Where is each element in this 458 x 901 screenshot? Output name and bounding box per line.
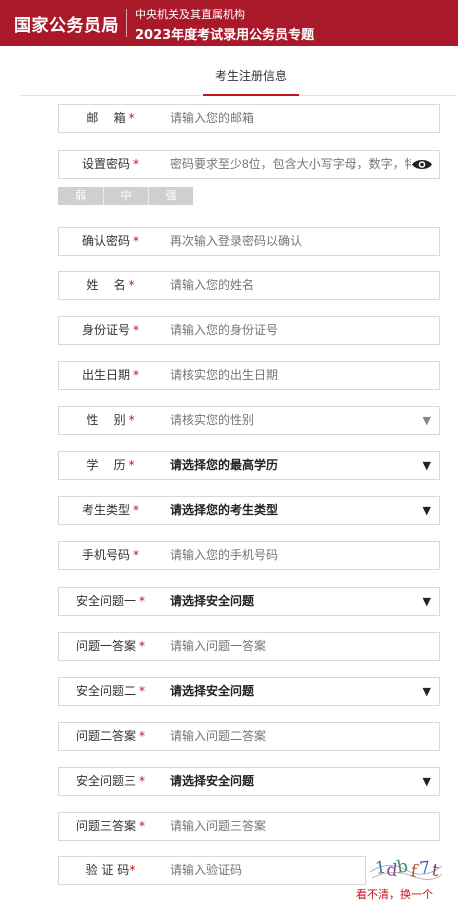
answer-2-field[interactable]: 问题二答案 * bbox=[58, 722, 440, 751]
security-question-1-select[interactable]: 安全问题一 * 请选择安全问题 ▼ bbox=[58, 587, 440, 616]
dropdown-arrow-icon[interactable]: ▼ bbox=[423, 768, 431, 795]
field-label: 安全问题二 * bbox=[75, 684, 145, 698]
field-label: 出生日期 * bbox=[81, 368, 139, 382]
field-label: 问题二答案 * bbox=[75, 729, 145, 743]
education-select[interactable]: 学 历 * 请选择您的最高学历 ▼ bbox=[58, 451, 440, 480]
field-label: 设置密码 * bbox=[81, 157, 139, 171]
tab-bar: 考生注册信息 bbox=[20, 62, 457, 96]
birth-date-field[interactable]: 出生日期 * bbox=[58, 361, 440, 390]
field-label: 邮 箱 * bbox=[86, 111, 135, 125]
answer-1-field[interactable]: 问题一答案 * bbox=[58, 632, 440, 661]
email-field[interactable]: 邮 箱 * bbox=[58, 104, 440, 133]
field-label: 身份证号 * bbox=[81, 323, 139, 337]
dropdown-arrow-icon[interactable]: ▼ bbox=[423, 678, 431, 705]
captcha-image[interactable]: 1 d b f 7 t bbox=[368, 854, 444, 884]
tab-register-info[interactable]: 考生注册信息 bbox=[203, 67, 299, 96]
svg-text:7: 7 bbox=[418, 858, 431, 879]
answer-3-field[interactable]: 问题三答案 * bbox=[58, 812, 440, 841]
education-value: 请选择您的最高学历 bbox=[170, 458, 279, 472]
confirm-password-input[interactable] bbox=[170, 228, 411, 255]
confirm-password-field[interactable]: 确认密码 * bbox=[58, 227, 440, 256]
field-label: 姓 名 * bbox=[86, 278, 135, 292]
field-label: 确认密码 * bbox=[81, 234, 139, 248]
field-label: 考生类型 * bbox=[81, 503, 139, 517]
captcha-input[interactable] bbox=[170, 857, 337, 884]
gender-select[interactable]: 性 别 * 请核实您的性别 ▼ bbox=[58, 406, 440, 435]
answer-2-input[interactable] bbox=[170, 723, 411, 750]
header-divider bbox=[126, 9, 127, 37]
name-input[interactable] bbox=[170, 272, 411, 299]
field-label: 学 历 * bbox=[86, 458, 135, 472]
email-input[interactable] bbox=[170, 105, 411, 132]
password-strength-meter: 弱 中 强 bbox=[58, 187, 193, 205]
security-question-2-value: 请选择安全问题 bbox=[170, 684, 255, 698]
phone-field[interactable]: 手机号码 * bbox=[58, 541, 440, 570]
password-field[interactable]: 设置密码 * bbox=[58, 150, 440, 179]
candidate-type-value: 请选择您的考生类型 bbox=[170, 503, 279, 517]
security-question-3-select[interactable]: 安全问题三 * 请选择安全问题 ▼ bbox=[58, 767, 440, 796]
header-subtitle: 中央机关及其直属机构 bbox=[135, 8, 245, 21]
id-number-input[interactable] bbox=[170, 317, 411, 344]
field-label: 手机号码 * bbox=[81, 548, 139, 562]
phone-input[interactable] bbox=[170, 542, 411, 569]
dropdown-arrow-icon[interactable]: ▼ bbox=[423, 588, 431, 615]
captcha-field[interactable]: 验 证 码* bbox=[58, 856, 366, 885]
field-label: 安全问题一 * bbox=[75, 594, 145, 608]
security-question-3-value: 请选择安全问题 bbox=[170, 774, 255, 788]
security-question-2-select[interactable]: 安全问题二 * 请选择安全问题 ▼ bbox=[58, 677, 440, 706]
site-header: 国家公务员局 中央机关及其直属机构 2023年度考试录用公务员专题 bbox=[0, 0, 458, 46]
birth-date-input[interactable] bbox=[170, 362, 411, 389]
field-label: 问题一答案 * bbox=[75, 639, 145, 653]
password-input[interactable] bbox=[170, 151, 411, 178]
field-label: 安全问题三 * bbox=[75, 774, 145, 788]
id-number-field[interactable]: 身份证号 * bbox=[58, 316, 440, 345]
candidate-type-select[interactable]: 考生类型 * 请选择您的考生类型 ▼ bbox=[58, 496, 440, 525]
strength-weak: 弱 bbox=[58, 187, 103, 205]
field-label: 问题三答案 * bbox=[75, 819, 145, 833]
field-label: 性 别 * bbox=[86, 413, 135, 427]
captcha-refresh-link[interactable]: 看不清，换一个 bbox=[356, 886, 433, 901]
eye-icon[interactable] bbox=[411, 158, 433, 171]
field-label: 验 证 码* bbox=[85, 863, 136, 877]
dropdown-arrow-icon[interactable]: ▼ bbox=[423, 452, 431, 479]
header-title: 2023年度考试录用公务员专题 bbox=[135, 28, 315, 43]
answer-1-input[interactable] bbox=[170, 633, 411, 660]
site-brand[interactable]: 国家公务员局 bbox=[14, 11, 119, 36]
answer-3-input[interactable] bbox=[170, 813, 411, 840]
dropdown-arrow-icon[interactable]: ▼ bbox=[423, 497, 431, 524]
name-field[interactable]: 姓 名 * bbox=[58, 271, 440, 300]
dropdown-arrow-icon[interactable]: ▼ bbox=[423, 407, 431, 434]
security-question-1-value: 请选择安全问题 bbox=[170, 594, 255, 608]
gender-value: 请核实您的性别 bbox=[170, 413, 255, 427]
strength-strong: 强 bbox=[148, 187, 193, 205]
strength-medium: 中 bbox=[103, 187, 148, 205]
